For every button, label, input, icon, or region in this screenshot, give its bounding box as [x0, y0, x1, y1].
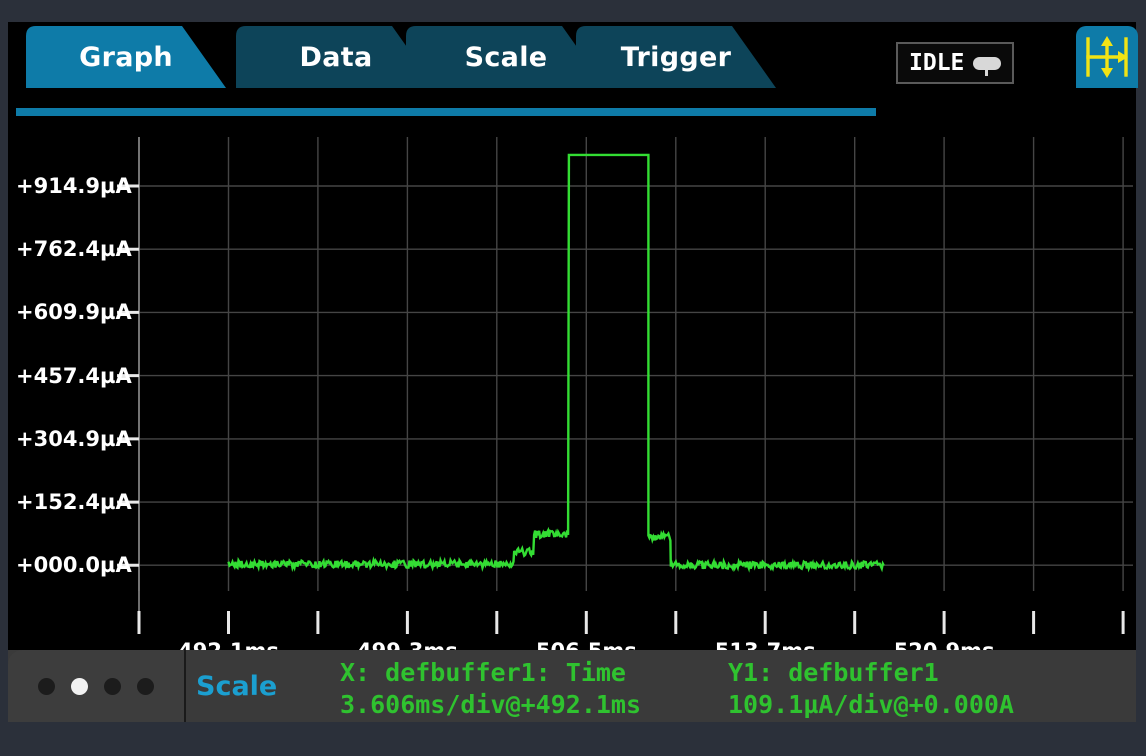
scale-status-bar: Scale X: defbuffer1: Time 3.606ms/div@+4… — [8, 650, 1136, 722]
tab-bar: Graph Data Scale Trigger IDLE — [8, 22, 1138, 116]
y-tick-label: +304.9µA — [16, 426, 132, 451]
page-dot[interactable] — [104, 677, 121, 695]
page-dot[interactable] — [38, 677, 55, 695]
x-tick-label: 506.5ms — [536, 639, 637, 650]
waveform-plot — [117, 137, 1133, 634]
x-tick-label: 499.3ms — [357, 639, 458, 650]
status-badge[interactable]: IDLE — [896, 42, 1015, 84]
window-frame-bottom — [0, 722, 1146, 756]
scale-label: Scale — [196, 670, 278, 702]
y-tick-label: +457.4µA — [16, 363, 132, 388]
pan-zoom-button[interactable] — [1076, 26, 1138, 88]
y-tick-label: +000.0µA — [16, 553, 132, 578]
tab-label: Trigger — [620, 41, 732, 73]
tab-label: Graph — [79, 41, 173, 73]
x-readout-source: X: defbuffer1: Time — [340, 658, 626, 687]
instrument-screen: Graph Data Scale Trigger IDLE +914.9µA +… — [0, 0, 1146, 756]
status-badge-label: IDLE — [909, 50, 965, 76]
x-readout-scale: 3.606ms/div@+492.1ms — [340, 690, 642, 719]
x-tick-label: 513.7ms — [715, 639, 816, 650]
y-tick-label: +152.4µA — [16, 490, 132, 515]
window-frame-top — [0, 0, 1146, 22]
tab-trigger[interactable]: Trigger — [576, 26, 776, 88]
window-frame-left — [0, 0, 8, 756]
waveform-trace — [227, 153, 885, 573]
y1-readout-scale: 109.1µA/div@+0.000A — [728, 690, 1014, 719]
y-tick-label: +914.9µA — [16, 174, 132, 198]
plot-gridlines — [138, 137, 1133, 591]
tab-graph[interactable]: Graph — [26, 26, 226, 88]
tab-label: Data — [299, 41, 373, 73]
x-axis-ticks — [137, 611, 1125, 634]
y-tick-label: +762.4µA — [16, 237, 132, 262]
graph-plot-area[interactable]: +914.9µA +762.4µA +609.9µA +457.4µA +304.9µA… — [8, 94, 1136, 650]
lamp-icon — [973, 56, 1002, 76]
window-frame-right — [1136, 0, 1146, 756]
x-tick-label: 520.9ms — [894, 639, 995, 650]
y-tick-label: +609.9µA — [16, 300, 132, 325]
tab-label: Scale — [464, 41, 548, 73]
tab-bar-underline — [16, 108, 876, 116]
x-tick-label: 492.1ms — [178, 639, 279, 650]
page-indicator-dots[interactable] — [8, 650, 186, 722]
pan-crosshair-icon — [1086, 36, 1128, 78]
page-dot[interactable] — [137, 677, 154, 695]
y1-readout-source: Y1: defbuffer1 — [728, 658, 939, 687]
page-dot-active[interactable] — [71, 677, 88, 695]
